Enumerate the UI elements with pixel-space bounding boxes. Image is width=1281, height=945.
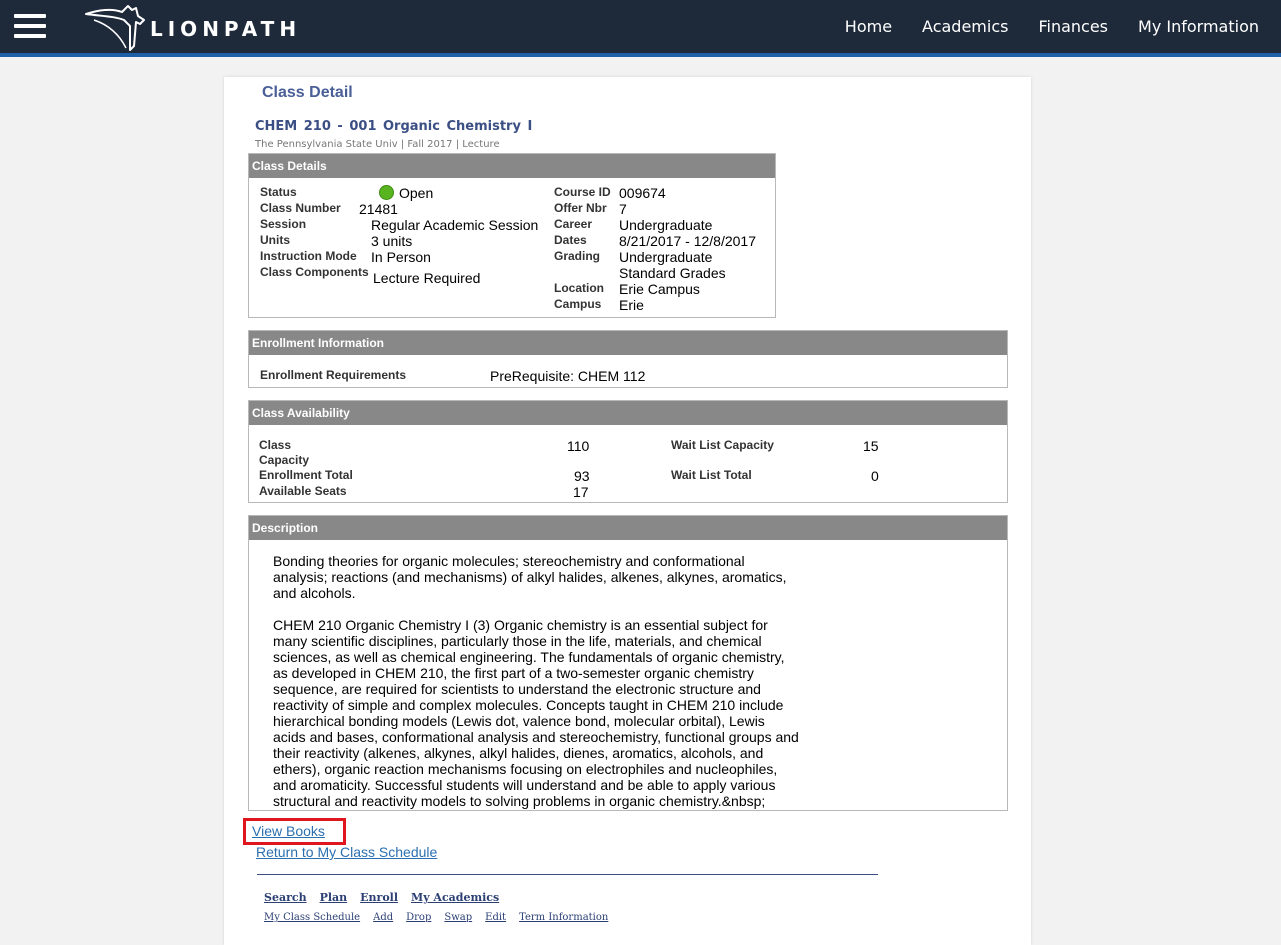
course-id-label: Course ID: [554, 185, 611, 199]
status-label: Status: [260, 185, 297, 199]
class-details-box: Class Details Status Open Class Number 2…: [248, 153, 776, 318]
session-label: Session: [260, 217, 307, 231]
nav-finances[interactable]: Finances: [1038, 17, 1108, 36]
wait-list-total-label: Wait List Total: [671, 468, 752, 482]
available-seats-value: 17: [573, 484, 589, 500]
instruction-mode-label: Instruction Mode: [260, 249, 357, 263]
footer-swap-link[interactable]: Swap: [444, 912, 472, 923]
status-open-icon: [379, 185, 394, 200]
page-title: Class Detail: [262, 84, 353, 101]
footer-search-link[interactable]: Search: [264, 891, 307, 904]
footer-term-information-link[interactable]: Term Information: [519, 912, 608, 923]
nav-my-information[interactable]: My Information: [1138, 17, 1259, 36]
location-label: Location: [554, 281, 604, 295]
description-header: Description: [249, 516, 1007, 540]
footer-edit-link[interactable]: Edit: [485, 912, 506, 923]
career-value: Undergraduate: [619, 217, 713, 233]
class-availability-header: Class Availability: [249, 401, 1007, 425]
footer-add-link[interactable]: Add: [373, 912, 393, 923]
footer-my-academics-link[interactable]: My Academics: [411, 891, 499, 904]
main-nav: Home Academics Finances My Information: [845, 17, 1259, 36]
course-id-value: 009674: [619, 185, 666, 201]
footer-drop-link[interactable]: Drop: [406, 912, 431, 923]
footer-plan-link[interactable]: Plan: [320, 891, 348, 904]
brand-name: LIONPATH: [150, 17, 302, 41]
enrollment-info-box: Enrollment Information Enrollment Requir…: [248, 330, 1008, 388]
dates-label: Dates: [554, 233, 587, 247]
description-paragraph-2: CHEM 210 Organic Chemistry I (3) Organic…: [273, 617, 799, 809]
offer-nbr-value: 7: [619, 201, 627, 217]
top-bar: LIONPATH Home Academics Finances My Info…: [0, 0, 1281, 57]
enrollment-requirements-label: Enrollment Requirements: [260, 368, 407, 382]
available-seats-label: Available Seats: [259, 484, 347, 498]
grading-value-2: Standard Grades: [619, 265, 726, 281]
footer-enroll-link[interactable]: Enroll: [360, 891, 398, 904]
class-number-value: 21481: [359, 201, 398, 217]
class-subheading: The Pennsylvania State Univ | Fall 2017 …: [255, 139, 500, 150]
location-value: Erie Campus: [619, 281, 700, 297]
class-components-label: Class Components: [260, 265, 369, 279]
session-value: Regular Academic Session: [371, 217, 539, 233]
wait-list-capacity-value: 15: [863, 438, 879, 454]
description-box: Description Bonding theories for organic…: [248, 515, 1008, 811]
campus-value: Erie: [619, 297, 644, 313]
lion-icon: [85, 5, 145, 51]
instruction-mode-value: In Person: [371, 249, 431, 265]
menu-icon[interactable]: [14, 14, 46, 38]
wait-list-capacity-label: Wait List Capacity: [671, 438, 774, 452]
footer-divider: [257, 874, 878, 875]
enrollment-info-header: Enrollment Information: [249, 331, 1007, 355]
campus-label: Campus: [554, 297, 602, 311]
nav-home[interactable]: Home: [845, 17, 892, 36]
view-books-link[interactable]: View Books: [252, 823, 325, 839]
footer-my-class-schedule-link[interactable]: My Class Schedule: [264, 912, 360, 923]
wait-list-total-value: 0: [871, 468, 879, 484]
offer-nbr-label: Offer Nbr: [554, 201, 607, 215]
status-value-wrap: Open: [379, 185, 433, 201]
class-capacity-label-1: Class: [259, 438, 292, 452]
class-details-header: Class Details: [249, 154, 775, 178]
career-label: Career: [554, 217, 593, 231]
class-availability-box: Class Availability Class Capacity 110 En…: [248, 400, 1008, 503]
enrollment-total-value: 93: [574, 468, 590, 484]
class-heading: CHEM 210 - 001 Organic Chemistry I: [255, 119, 533, 134]
units-value: 3 units: [371, 233, 413, 249]
class-capacity-value: 110: [567, 438, 590, 454]
dates-value: 8/21/2017 - 12/8/2017: [619, 233, 757, 249]
grading-label: Grading: [554, 249, 601, 263]
class-number-label: Class Number: [260, 201, 341, 215]
content-panel: Class Detail CHEM 210 - 001 Organic Chem…: [224, 77, 1031, 945]
nav-academics[interactable]: Academics: [922, 17, 1008, 36]
class-components-value: Lecture Required: [373, 270, 481, 286]
footer-sub-links: My Class Schedule Add Drop Swap Edit Term Inf…: [264, 907, 621, 925]
enrollment-total-label: Enrollment Total: [259, 468, 353, 482]
description-paragraph-1: Bonding theories for organic molecules; …: [273, 553, 787, 601]
units-label: Units: [260, 233, 290, 247]
enrollment-requirements-value: PreRequisite: CHEM 112: [490, 368, 646, 384]
view-books-highlight: View Books: [243, 818, 346, 845]
class-capacity-label-2: Capacity: [259, 453, 310, 467]
return-to-schedule-link[interactable]: Return to My Class Schedule: [256, 844, 437, 860]
grading-value-1: Undergraduate: [619, 249, 713, 265]
footer-main-links: Search Plan Enroll My Academics: [264, 888, 512, 906]
status-value: Open: [399, 185, 434, 201]
